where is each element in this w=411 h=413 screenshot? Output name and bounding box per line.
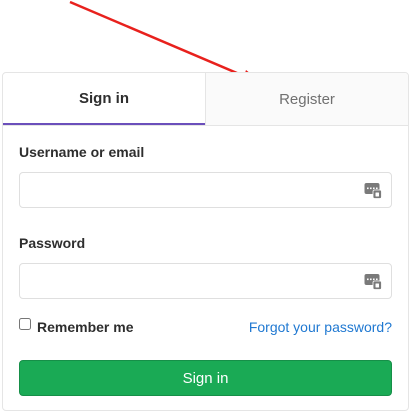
- login-page: Sign in Register Username or email Passw…: [0, 0, 411, 413]
- sign-in-form: Username or email Password Remember me F…: [3, 126, 408, 396]
- username-input[interactable]: [20, 173, 391, 207]
- username-label: Username or email: [19, 144, 145, 160]
- username-field-wrapper: [19, 172, 392, 208]
- password-label: Password: [19, 235, 86, 251]
- remember-me-checkbox[interactable]: [19, 318, 31, 330]
- tab-register[interactable]: Register: [205, 73, 408, 125]
- tab-sign-in[interactable]: Sign in: [3, 73, 205, 125]
- password-input[interactable]: [20, 264, 391, 298]
- password-manager-icon[interactable]: [364, 181, 382, 199]
- auth-tabs: Sign in Register: [3, 73, 408, 126]
- remember-row: Remember me Forgot your password?: [19, 318, 392, 335]
- forgot-password-link[interactable]: Forgot your password?: [249, 319, 392, 335]
- login-box: Sign in Register Username or email Passw…: [2, 72, 409, 411]
- password-manager-icon[interactable]: [364, 272, 382, 290]
- sign-in-button[interactable]: Sign in: [19, 360, 392, 396]
- remember-me[interactable]: Remember me: [19, 318, 134, 335]
- password-field-wrapper: [19, 263, 392, 299]
- remember-me-label: Remember me: [37, 319, 134, 335]
